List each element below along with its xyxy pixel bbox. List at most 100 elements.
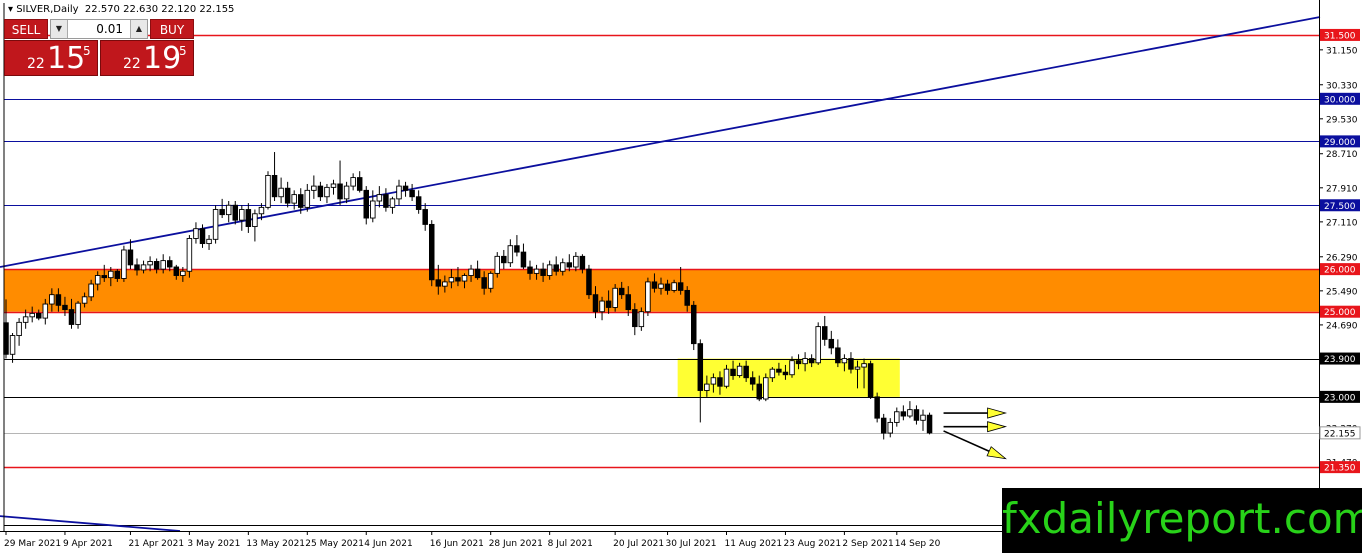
bull-candle-body [29, 312, 35, 318]
bull-candle-body [239, 209, 245, 221]
bear-candle-body [900, 411, 907, 417]
lot-size-field[interactable]: ▼ 0.01 ▲ [50, 19, 148, 39]
candle [907, 401, 913, 419]
candle [835, 339, 841, 368]
bear-candle-body [435, 279, 442, 287]
candle [278, 177, 284, 204]
candle [291, 190, 297, 210]
bear-candle-body [651, 281, 658, 289]
candle [343, 181, 350, 204]
y-tick-label: 29.530 [1326, 115, 1358, 125]
candle [350, 173, 356, 191]
candle [520, 243, 527, 270]
candle [874, 392, 880, 423]
bear-candle-body [527, 266, 533, 274]
trendline-1 [0, 515, 181, 532]
level-tag-label: 21.350 [1324, 464, 1356, 474]
candle [232, 201, 238, 225]
candle [402, 181, 409, 197]
candle [815, 322, 821, 365]
bear-candle-body [127, 249, 134, 266]
bull-candle-body [841, 358, 848, 364]
bear-candle-body [684, 289, 690, 306]
level-tag-label: 29.000 [1324, 138, 1356, 148]
y-tick-label: 27.110 [1326, 218, 1358, 228]
buy-button[interactable]: BUY [150, 19, 194, 39]
x-tick-label: 4 Jun 2021 [364, 539, 412, 549]
bull-candle-body [573, 255, 579, 268]
lot-increase-icon[interactable]: ▲ [130, 20, 147, 38]
arrow-head-1 [987, 421, 1008, 433]
y-tick-label: 25.490 [1326, 287, 1358, 297]
bear-candle-body [245, 209, 252, 227]
bear-candle-body [776, 368, 782, 373]
bear-candle-body [553, 264, 559, 272]
bull-candle-body [612, 287, 618, 308]
bear-candle-body [173, 266, 180, 276]
candle [370, 190, 376, 223]
y-tick-label: 30.330 [1326, 81, 1358, 91]
bear-candle-body [422, 209, 428, 225]
x-tick-label: 16 Jun 2021 [430, 539, 484, 549]
bull-candle-body [81, 296, 88, 304]
candle [193, 222, 199, 244]
bear-candle-body [795, 360, 802, 365]
bull-candle-body [763, 377, 769, 400]
bull-candle-body [16, 321, 22, 337]
bull-candle-body [304, 189, 311, 208]
bear-candle-body [586, 268, 592, 296]
bear-candle-body [383, 194, 389, 208]
bear-candle-body [501, 255, 507, 264]
bear-candle-body [415, 196, 422, 210]
bull-candle-body [108, 270, 114, 279]
bull-candle-body [291, 194, 297, 204]
chart-window: 31.150 30.330 29.530 28.710 27.910 27.110 26.2… [0, 0, 1362, 553]
bear-candle-body [717, 377, 723, 387]
sell-button[interactable]: SELL [4, 19, 48, 39]
bull-candle-body [350, 177, 356, 187]
lot-size-value[interactable]: 0.01 [69, 20, 129, 38]
bear-candle-body [55, 294, 62, 306]
bear-candle-body [880, 417, 887, 434]
candle [920, 409, 926, 431]
candle [206, 235, 212, 250]
bull-candle-body [376, 194, 383, 202]
bear-candle-body [232, 204, 238, 221]
bear-candle-body [913, 409, 920, 421]
candle [245, 203, 252, 233]
bull-candle-body [140, 264, 147, 271]
candle [501, 249, 507, 270]
candle [127, 239, 134, 270]
candle [586, 264, 592, 299]
bear-candle-body [271, 175, 278, 198]
bear-candle-body [743, 365, 749, 379]
bull-candle-body [193, 228, 199, 239]
candle [265, 171, 271, 210]
bear-candle-body [520, 251, 527, 268]
candle [337, 160, 343, 206]
bear-candle-body [402, 185, 409, 191]
x-tick-label: 29 Mar 2021 [4, 539, 61, 549]
bull-candle-body [533, 268, 540, 274]
candle [514, 235, 520, 257]
price-chart[interactable]: 31.150 30.330 29.530 28.710 27.910 27.110 26.2… [0, 0, 1362, 553]
bear-candle-body [356, 177, 363, 191]
y-tick-label: 28.710 [1326, 150, 1358, 160]
bear-candle-body [566, 262, 573, 268]
x-tick-label: 11 Aug 2021 [725, 539, 783, 549]
y-tick-label: 26.290 [1326, 253, 1358, 263]
buy-price-box[interactable]: 22 19 5 [100, 40, 194, 76]
title-arrow-icon: ▾ [8, 4, 17, 15]
x-tick-label: 13 May 2021 [246, 539, 305, 549]
candle [330, 179, 337, 195]
bear-candle-body [579, 255, 586, 270]
lot-decrease-icon[interactable]: ▼ [51, 20, 68, 38]
bear-candle-body [592, 294, 599, 313]
bear-candle-body [481, 277, 487, 289]
arrow-head-0 [987, 407, 1008, 419]
symbol-title: SILVER,Daily [16, 4, 79, 15]
candle [645, 277, 651, 316]
sell-price-box[interactable]: 22 15 5 [4, 40, 98, 76]
candle [311, 175, 317, 199]
x-tick-label: 23 Aug 2021 [783, 539, 841, 549]
